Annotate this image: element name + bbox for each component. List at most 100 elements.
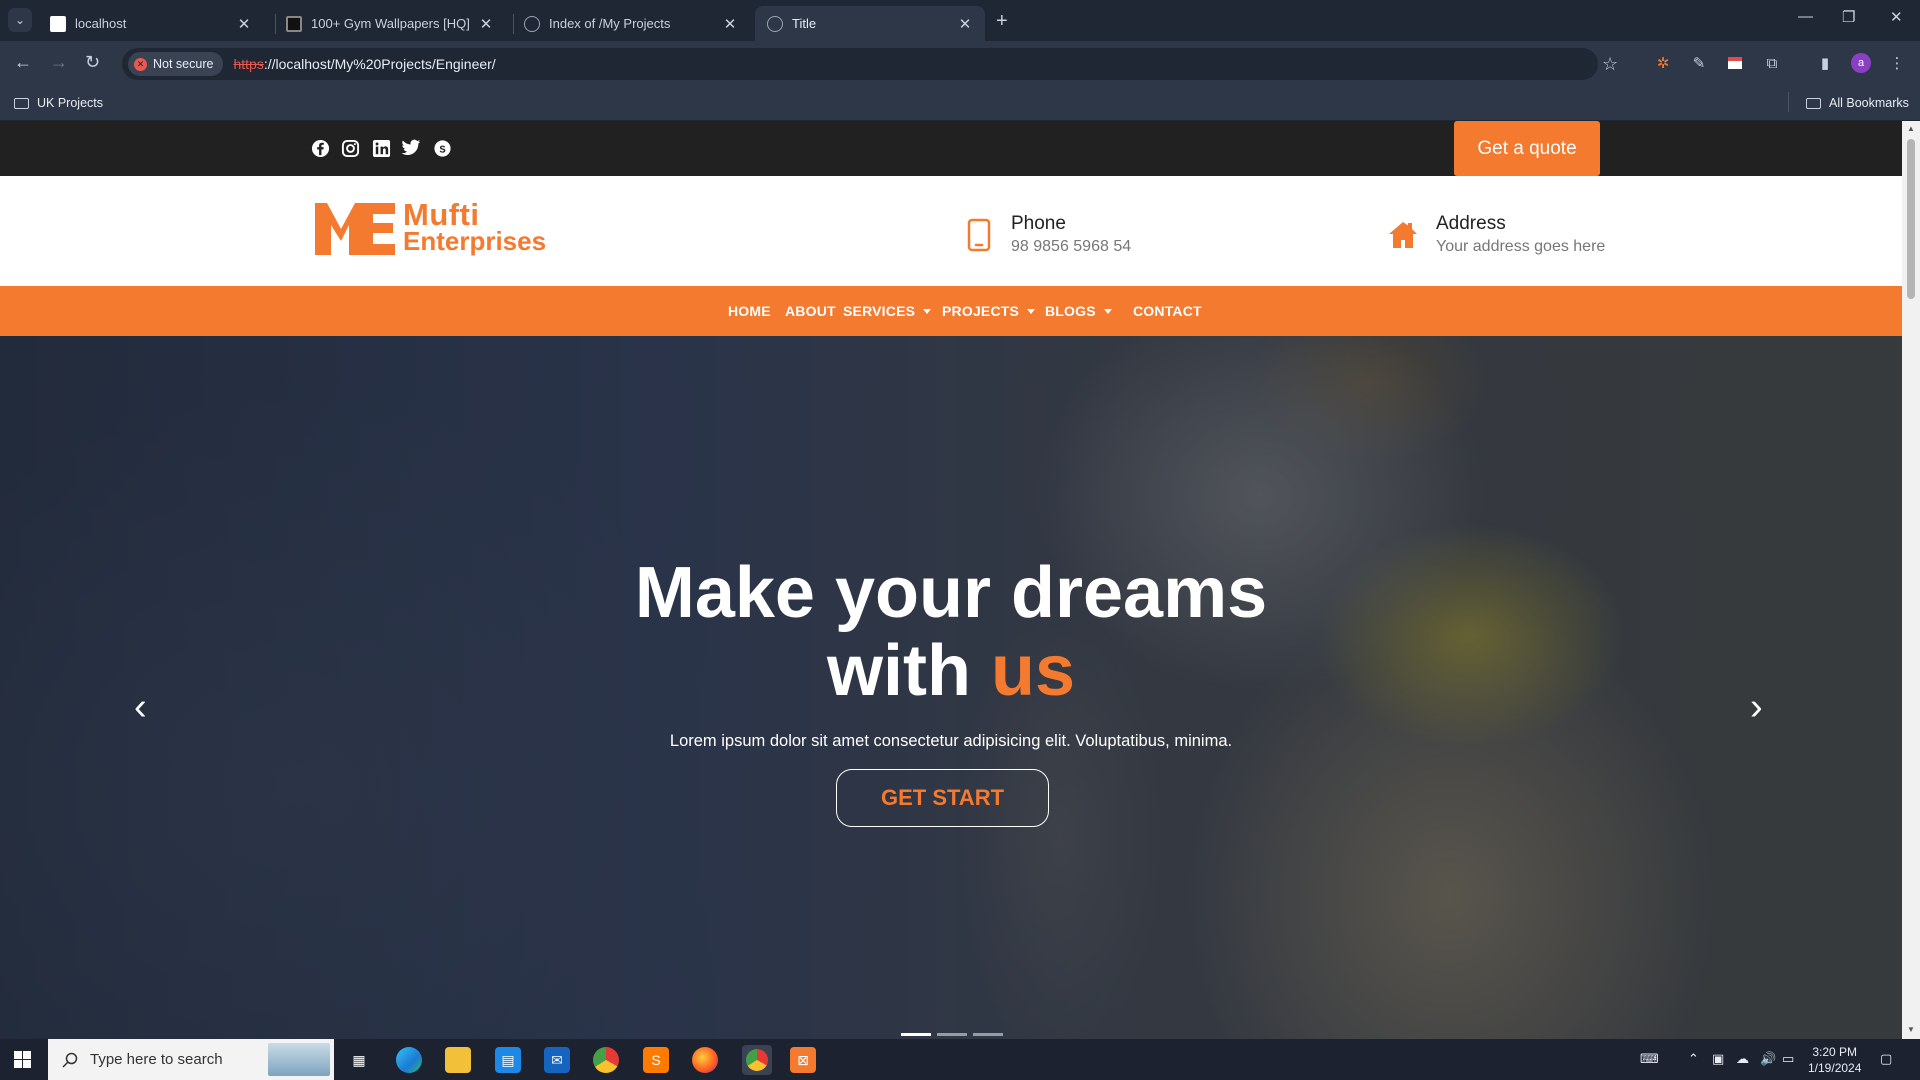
chrome-icon[interactable] xyxy=(593,1047,619,1073)
tab-title: Title xyxy=(792,16,817,31)
instagram-icon[interactable] xyxy=(340,138,360,158)
close-icon[interactable]: ✕ xyxy=(236,15,252,33)
bookmark-uk-projects[interactable]: UK Projects xyxy=(14,96,103,110)
address-bar[interactable]: ✕ Not secure https://localhost/My%20Proj… xyxy=(122,48,1598,80)
window-close-icon[interactable]: ✕ xyxy=(1890,8,1903,26)
taskbar-search-box[interactable]: Type here to search xyxy=(48,1039,334,1080)
site-header: Mufti Enterprises Phone 98 9856 5968 54 … xyxy=(0,176,1902,286)
facebook-icon[interactable] xyxy=(310,138,330,158)
windows-start-icon[interactable] xyxy=(14,1051,31,1068)
tab-localhost[interactable]: localhost ✕ xyxy=(38,6,264,41)
network-icon[interactable]: ▭ xyxy=(1782,1051,1794,1067)
sublime-text-icon[interactable]: S xyxy=(643,1047,669,1073)
extension-gear-icon[interactable]: ✲ xyxy=(1653,53,1673,73)
reload-icon[interactable]: ↻ xyxy=(85,52,100,73)
phone-number: 98 9856 5968 54 xyxy=(1011,238,1132,255)
clock-time: 3:20 PM xyxy=(1812,1045,1858,1059)
close-icon[interactable]: ✕ xyxy=(957,15,973,33)
firefox-icon[interactable] xyxy=(692,1047,718,1073)
carousel-indicator-3[interactable] xyxy=(973,1033,1003,1036)
new-tab-plus-icon[interactable]: + xyxy=(996,10,1008,33)
taskbar-clock[interactable]: 3:20 PM 1/19/2024 xyxy=(1808,1044,1861,1076)
edge-browser-icon[interactable] xyxy=(396,1047,422,1073)
show-hidden-icons-chevron-icon[interactable]: ⌃ xyxy=(1688,1051,1699,1067)
xampp-icon[interactable]: ⊠ xyxy=(790,1047,816,1073)
nav-projects[interactable]: PROJECTS xyxy=(942,286,1036,336)
forward-arrow-icon[interactable]: → xyxy=(50,52,68,73)
phone-info: Phone 98 9856 5968 54 xyxy=(967,213,1131,256)
tab-title: Index of /My Projects xyxy=(549,16,671,31)
carousel-next-chevron-icon[interactable]: › xyxy=(1750,686,1763,729)
me-monogram-icon xyxy=(315,203,395,255)
folder-icon xyxy=(14,97,29,109)
company-logo[interactable]: Mufti Enterprises xyxy=(313,199,546,257)
address-value: Your address goes here xyxy=(1436,238,1606,255)
bookmark-star-icon[interactable]: ☆ xyxy=(1602,54,1618,75)
skype-icon[interactable] xyxy=(432,138,452,158)
tab-search-chevron-icon[interactable]: ⌄ xyxy=(8,8,32,32)
tab-title-active[interactable]: Title ✕ xyxy=(755,6,985,41)
pen-extension-icon[interactable]: ✎ xyxy=(1689,53,1709,73)
globe-icon xyxy=(524,15,540,32)
nav-blogs[interactable]: BLOGS xyxy=(1045,286,1112,336)
window-extension-icon[interactable] xyxy=(1725,53,1745,73)
tab-gym-wallpapers[interactable]: 100+ Gym Wallpapers [HQ] | Do ✕ xyxy=(274,6,506,41)
carousel-prev-chevron-icon[interactable]: ‹ xyxy=(134,686,147,729)
profile-avatar[interactable]: a xyxy=(1851,53,1871,73)
scroll-down-icon[interactable]: ▼ xyxy=(1907,1025,1915,1034)
nav-label: BLOGS xyxy=(1045,303,1096,319)
all-bookmarks[interactable]: All Bookmarks xyxy=(1806,96,1909,110)
windows-taskbar: Type here to search ▦ ▤ ✉ S ⊠ ⌨ ⌃ ▣ ☁ 🔊 … xyxy=(0,1039,1920,1080)
site-favicon-icon xyxy=(286,15,302,32)
puzzle-extensions-icon[interactable]: ⧉ xyxy=(1762,53,1782,73)
address-label: Address xyxy=(1436,213,1506,234)
kebab-menu-icon[interactable]: ⋮ xyxy=(1887,53,1907,73)
twitter-icon[interactable] xyxy=(401,138,421,158)
onedrive-cloud-icon[interactable]: ☁ xyxy=(1736,1051,1749,1067)
mail-icon[interactable]: ✉ xyxy=(544,1047,570,1073)
restore-icon[interactable]: ❐ xyxy=(1842,8,1855,26)
nav-home[interactable]: HOME xyxy=(728,286,771,336)
scroll-up-icon[interactable]: ▲ xyxy=(1907,124,1915,133)
phone-label: Phone xyxy=(1011,213,1066,234)
nav-label: CONTACT xyxy=(1133,303,1202,319)
url-text[interactable]: https://localhost/My%20Projects/Engineer… xyxy=(233,56,495,72)
linkedin-icon[interactable] xyxy=(371,138,391,158)
carousel-indicator-2[interactable] xyxy=(937,1033,967,1036)
get-start-button[interactable]: GET START xyxy=(836,769,1049,827)
nav-label: PROJECTS xyxy=(942,303,1020,319)
meet-now-icon[interactable]: ▣ xyxy=(1712,1051,1724,1067)
volume-icon[interactable]: 🔊 xyxy=(1760,1051,1776,1067)
get-a-quote-button[interactable]: Get a quote xyxy=(1454,121,1600,176)
hero-subtitle: Lorem ipsum dolor sit amet consectetur a… xyxy=(669,732,1233,750)
chrome-profile-active-icon[interactable] xyxy=(742,1045,772,1075)
keyboard-layout-icon[interactable]: ⌨ xyxy=(1640,1051,1659,1067)
scrollbar-thumb[interactable] xyxy=(1907,139,1915,299)
nav-contact[interactable]: CONTACT xyxy=(1133,286,1202,336)
bookmark-label: UK Projects xyxy=(37,96,103,110)
bookmark-label: All Bookmarks xyxy=(1829,96,1909,110)
tab-index-of-my-projects[interactable]: Index of /My Projects ✕ xyxy=(512,6,750,41)
minimize-icon[interactable]: — xyxy=(1798,8,1813,25)
page-scrollbar[interactable]: ▲ ▼ xyxy=(1902,121,1920,1039)
top-bar: Get a quote xyxy=(0,121,1902,176)
nav-label: HOME xyxy=(728,303,771,319)
task-view-icon[interactable]: ▦ xyxy=(346,1047,372,1073)
carousel-indicator-1[interactable] xyxy=(901,1033,931,1036)
hero-title-line-2: with xyxy=(827,631,991,711)
logo-line-2: Enterprises xyxy=(403,226,547,256)
close-icon[interactable]: ✕ xyxy=(478,15,494,33)
warning-icon: ✕ xyxy=(134,57,147,71)
file-explorer-icon[interactable] xyxy=(445,1047,471,1073)
nav-about[interactable]: ABOUT xyxy=(785,286,836,336)
mobile-phone-icon xyxy=(967,218,991,251)
microsoft-store-icon[interactable]: ▤ xyxy=(495,1047,521,1073)
url-scheme: https xyxy=(233,56,264,72)
side-panel-icon[interactable]: ▮ xyxy=(1815,53,1835,73)
notification-center-icon[interactable]: ▢ xyxy=(1880,1051,1892,1067)
nav-services[interactable]: SERVICES xyxy=(843,286,932,336)
security-chip[interactable]: ✕ Not secure xyxy=(128,52,224,76)
hero-carousel: Make your dreams with us Lorem ipsum dol… xyxy=(0,336,1902,1039)
back-arrow-icon[interactable]: ← xyxy=(14,52,32,73)
close-icon[interactable]: ✕ xyxy=(722,15,738,33)
